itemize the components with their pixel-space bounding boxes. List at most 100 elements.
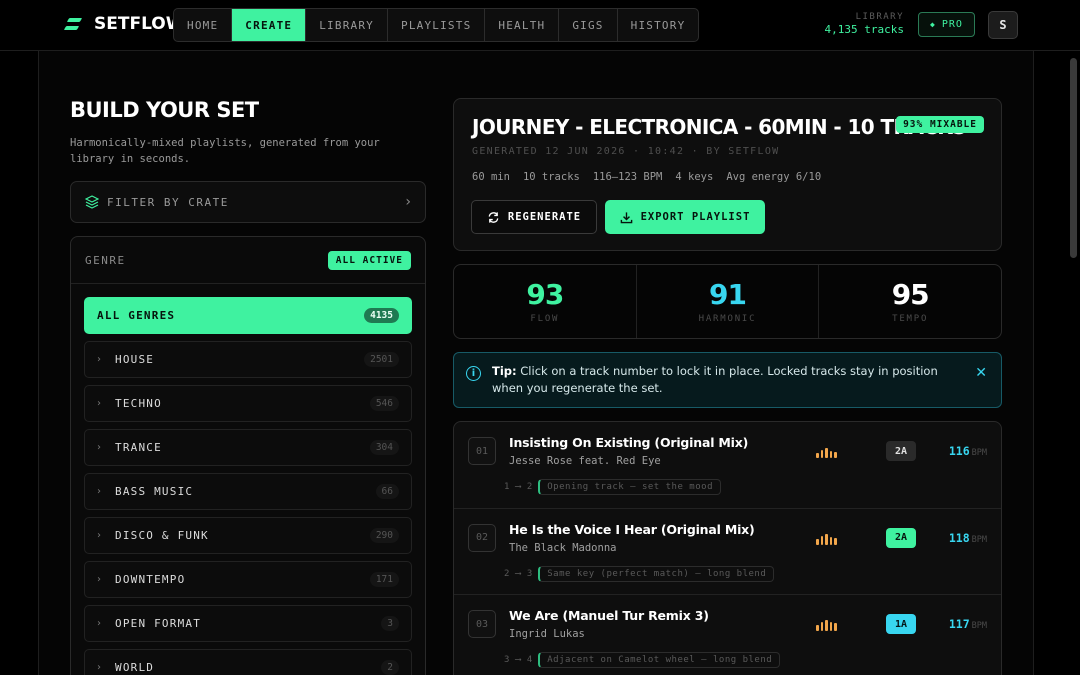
close-icon[interactable]: ✕: [975, 365, 987, 381]
genre-item-house[interactable]: › HOUSE 2501: [84, 341, 412, 378]
score-harmonic-label: HARMONIC: [698, 313, 757, 324]
track-bpm-value: 118: [948, 530, 970, 545]
genre-header: GENRE ALL ACTIVE: [71, 237, 425, 284]
refresh-icon: [488, 211, 499, 223]
genre-count: 3: [381, 616, 399, 631]
stat-energy: Avg energy 6/10: [726, 171, 822, 183]
transition-from: 1: [504, 482, 510, 492]
genre-item-bass-music[interactable]: › BASS MUSIC 66: [84, 473, 412, 510]
genre-item-world[interactable]: › WORLD 2: [84, 649, 412, 675]
brand[interactable]: SETFLOW: [63, 14, 185, 34]
mixable-badge: 93% MIXABLE: [896, 116, 984, 133]
main-nav: HOME CREATE LIBRARY PLAYLISTS HEALTH GIG…: [173, 8, 700, 42]
all-active-badge[interactable]: ALL ACTIVE: [327, 250, 411, 270]
arrow-right-icon: ⟶: [515, 568, 521, 579]
stat-bpm-range: 116–123 BPM: [592, 171, 663, 183]
chevron-right-icon: ›: [97, 618, 101, 629]
score-tempo-value: 95: [891, 277, 930, 311]
export-playlist-button[interactable]: EXPORT PLAYLIST: [605, 200, 765, 234]
transition-from: 3: [504, 655, 510, 665]
chevron-right-icon: ›: [97, 486, 101, 497]
nav-gigs[interactable]: GIGS: [559, 9, 618, 41]
nav-library[interactable]: LIBRARY: [306, 9, 388, 41]
track-number-lock[interactable]: 02: [468, 523, 496, 552]
genre-count: 4135: [364, 308, 399, 323]
bpm-unit: BPM: [971, 448, 987, 458]
nav-health[interactable]: HEALTH: [485, 9, 560, 41]
score-flow: 93 FLOW: [454, 265, 637, 338]
track-number-lock[interactable]: 03: [468, 610, 496, 638]
avatar[interactable]: S: [988, 11, 1018, 39]
genre-item-downtempo[interactable]: › DOWNTEMPO 171: [84, 561, 412, 598]
genre-item-trance[interactable]: › TRANCE 304: [84, 429, 412, 466]
setflow-logo-icon: [63, 15, 83, 33]
arrow-right-icon: ⟶: [515, 655, 521, 665]
page-title: BUILD YOUR SET: [70, 98, 259, 122]
download-icon: [620, 211, 632, 223]
track-row: 01 Insisting On Existing (Original Mix) …: [454, 422, 1001, 509]
nav-create[interactable]: CREATE: [232, 9, 307, 41]
genre-item-all[interactable]: ALL GENRES 4135: [84, 297, 412, 334]
chevron-right-icon: ›: [97, 398, 101, 409]
library-label: LIBRARY: [855, 12, 904, 22]
chevron-right-icon: ›: [97, 662, 101, 673]
genre-count: 2501: [364, 352, 399, 367]
track-artist: Ingrid Lukas: [509, 628, 585, 640]
genre-item-techno[interactable]: › TECHNO 546: [84, 385, 412, 422]
chevron-right-icon: ›: [97, 574, 101, 585]
bpm-unit: BPM: [971, 621, 987, 631]
genre-panel: GENRE ALL ACTIVE ALL GENRES 4135 › HOUSE…: [70, 236, 426, 675]
score-flow-label: FLOW: [530, 313, 560, 324]
page-scrollbar[interactable]: [1070, 58, 1077, 258]
energy-bars-icon: [816, 620, 837, 631]
track-bpm-value: 117: [948, 617, 970, 631]
track-title: He Is the Voice I Hear (Original Mix): [509, 521, 755, 537]
score-harmonic-value: 91: [709, 277, 747, 311]
pro-button[interactable]: ◆ PRO: [918, 12, 975, 37]
transition-note: Adjacent on Camelot wheel — long blend: [538, 652, 781, 668]
pro-label: PRO: [941, 19, 963, 30]
genre-item-disco-funk[interactable]: › DISCO & FUNK 290: [84, 517, 412, 554]
track-bpm-value: 116: [948, 444, 970, 458]
score-flow-value: 93: [526, 277, 564, 311]
chevron-right-icon: ›: [97, 442, 101, 453]
nav-playlists[interactable]: PLAYLISTS: [388, 9, 486, 41]
transition-info: 2 ⟶ 3 Same key (perfect match) — long bl…: [504, 565, 775, 582]
transition-to: 4: [526, 655, 533, 665]
stat-keys: 4 keys: [675, 171, 714, 183]
track-bpm: 118 BPM: [949, 531, 987, 545]
playlist-title: JOURNEY - ELECTRONICA - 60MIN - 10 TRACK…: [472, 115, 967, 139]
nav-history[interactable]: HISTORY: [618, 9, 699, 41]
track-key: 2A: [886, 441, 916, 461]
transition-note: Opening track — set the mood: [538, 479, 721, 495]
track-bpm: 116 BPM: [949, 444, 987, 458]
playlist-card: JOURNEY - ELECTRONICA - 60MIN - 10 TRACK…: [453, 98, 1002, 251]
crate-filter-button[interactable]: FILTER BY CRATE ›: [70, 181, 426, 223]
track-list: 01 Insisting On Existing (Original Mix) …: [453, 421, 1002, 675]
genre-count: 66: [375, 484, 399, 499]
tip-body: Click on a track number to lock it in pl…: [492, 364, 938, 395]
library-summary: LIBRARY 4,135 tracks: [825, 12, 904, 36]
track-artist: Jesse Rose feat. Red Eye: [509, 455, 661, 467]
brand-name: SETFLOW: [94, 14, 185, 34]
genre-item-open-format[interactable]: › OPEN FORMAT 3: [84, 605, 412, 642]
nav-home[interactable]: HOME: [174, 9, 233, 41]
genre-name: ALL GENRES: [97, 309, 176, 322]
track-title: Insisting On Existing (Original Mix): [509, 435, 749, 450]
track-row: 02 He Is the Voice I Hear (Original Mix)…: [454, 509, 1001, 595]
top-bar: SETFLOW HOME CREATE LIBRARY PLAYLISTS HE…: [0, 0, 1080, 51]
regenerate-button[interactable]: REGENERATE: [471, 200, 597, 234]
genre-name: HOUSE: [115, 353, 155, 366]
genre-name: TRANCE: [115, 441, 162, 454]
track-row: 03 We Are (Manuel Tur Remix 3) Ingrid Lu…: [454, 595, 1001, 675]
genre-title: GENRE: [85, 253, 126, 267]
track-key: 1A: [886, 614, 916, 634]
page-subtitle: Harmonically-mixed playlists, generated …: [70, 137, 380, 165]
track-bpm: 117 BPM: [949, 617, 987, 631]
arrow-right-icon: ⟶: [515, 482, 521, 492]
track-number-lock[interactable]: 01: [468, 437, 496, 465]
tip-banner: i Tip: Click on a track number to lock i…: [453, 352, 1002, 408]
transition-note: Same key (perfect match) — long blend: [538, 565, 775, 582]
genre-count: 546: [369, 396, 399, 411]
chevron-right-icon: ›: [405, 194, 411, 210]
